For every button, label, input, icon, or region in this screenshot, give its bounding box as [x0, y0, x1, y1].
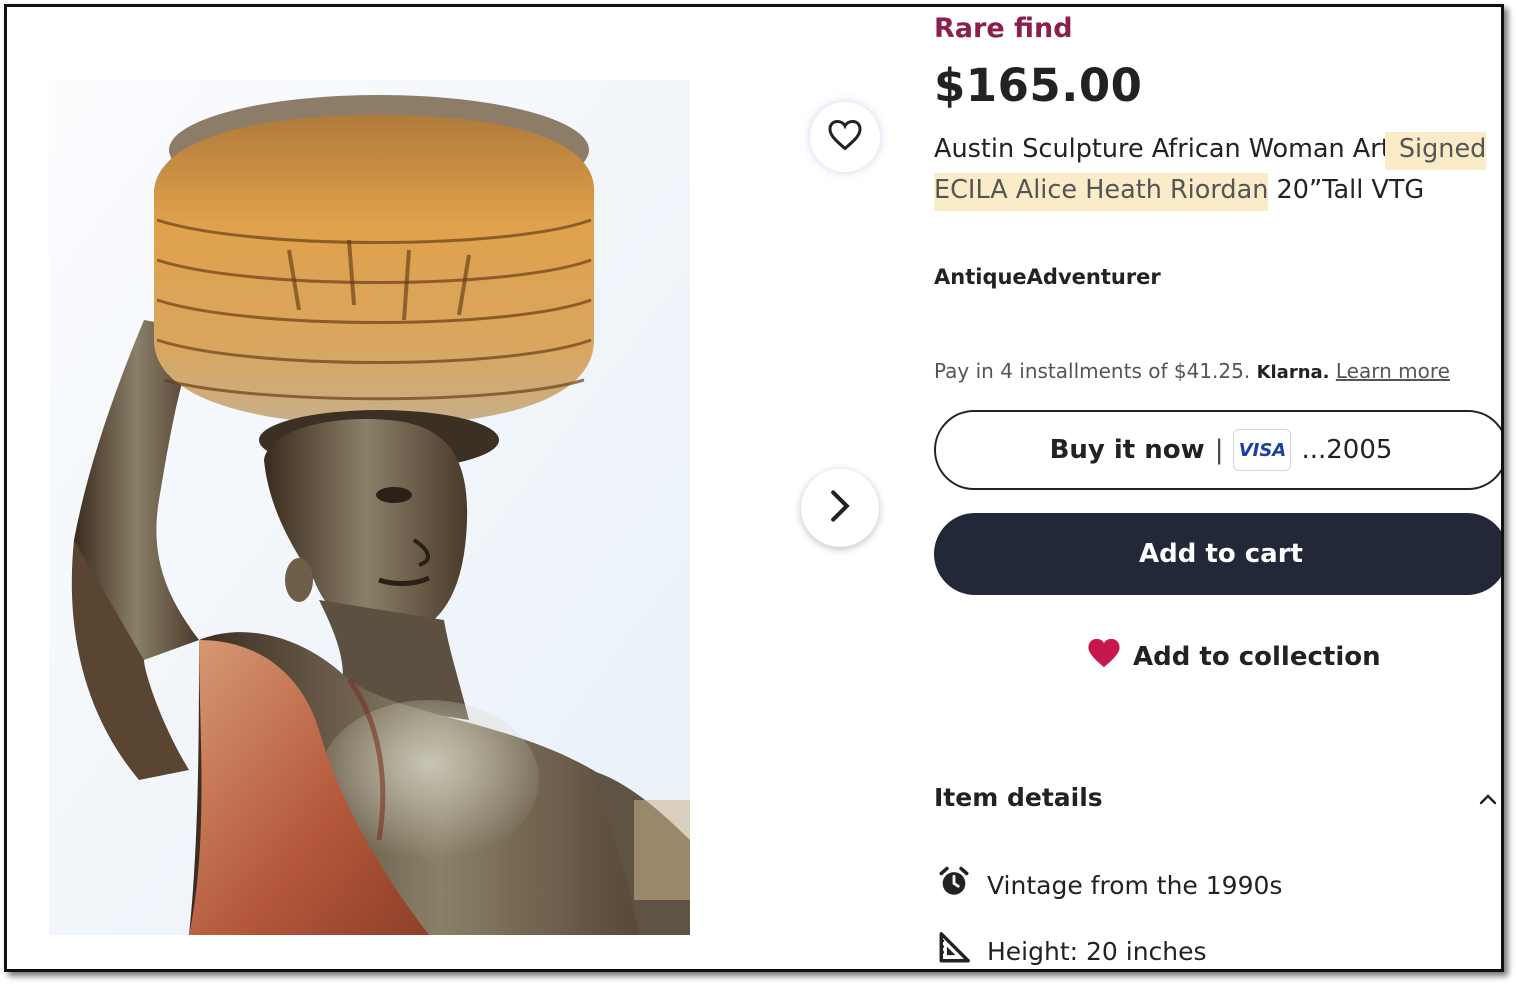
alarm-clock-icon — [937, 865, 971, 905]
heart-outline-icon — [827, 118, 863, 156]
favorite-button[interactable] — [810, 102, 880, 172]
detail-vintage-text: Vintage from the 1990s — [987, 870, 1283, 900]
visa-card-icon: VISA — [1233, 429, 1292, 471]
ruler-triangle-icon — [937, 931, 971, 969]
add-to-cart-button[interactable]: Add to cart — [934, 513, 1501, 595]
sculpture-illustration — [49, 80, 690, 935]
detail-vintage: Vintage from the 1990s — [937, 865, 1282, 905]
buy-it-now-label: Buy it now — [1049, 435, 1205, 465]
klarna-installments: Pay in 4 installments of $41.25. Klarna.… — [934, 359, 1450, 383]
item-details-toggle[interactable]: Item details — [934, 783, 1498, 812]
shop-link[interactable]: AntiqueAdventurer — [934, 265, 1161, 289]
title-part-2: 20”Tall VTG — [1276, 175, 1425, 205]
heart-filled-icon — [1087, 637, 1121, 676]
rare-find-badge: Rare find — [934, 13, 1073, 44]
buy-it-now-button[interactable]: Buy it now | VISA ...2005 — [934, 410, 1501, 490]
detail-height-text: Height: 20 inches — [987, 936, 1207, 966]
listing-title: Austin Sculpture African Woman Art Signe… — [934, 129, 1494, 211]
price: $165.00 — [934, 59, 1143, 112]
detail-height: Height: 20 inches — [937, 931, 1207, 969]
chevron-right-icon — [827, 489, 853, 527]
add-to-collection-button[interactable]: Add to collection — [1087, 637, 1381, 676]
next-image-button[interactable] — [801, 469, 879, 547]
product-image[interactable] — [49, 80, 690, 935]
card-last4: ...2005 — [1301, 435, 1393, 465]
klarna-logo: Klarna. — [1256, 362, 1330, 383]
title-part-1: Austin Sculpture African Woman Art — [934, 134, 1391, 164]
shop-name: AntiqueAdventurer — [934, 265, 1161, 289]
installments-text: Pay in 4 installments of $41.25. — [934, 359, 1251, 383]
item-details-heading: Item details — [934, 783, 1103, 812]
screenshot-frame: Rare find $165.00 Austin Sculpture Afric… — [4, 4, 1504, 972]
chevron-up-icon — [1478, 783, 1498, 812]
buy-it-now-separator: | — [1214, 435, 1224, 465]
learn-more-link[interactable]: Learn more — [1336, 359, 1450, 383]
add-to-collection-label: Add to collection — [1133, 641, 1381, 672]
